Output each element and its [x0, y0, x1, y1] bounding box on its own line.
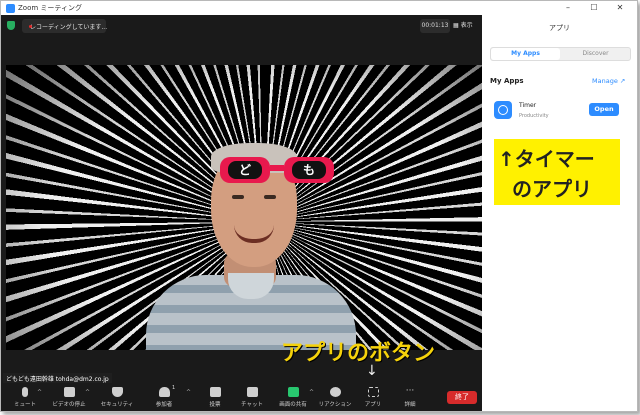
chat-label: チャット	[241, 402, 263, 408]
annotation-line-2: のアプリ	[512, 177, 592, 201]
title-bar: Zoom ミーティング – ☐ ✕	[1, 1, 637, 15]
stop-video-button[interactable]: ビデオの停止	[49, 383, 89, 411]
stop-video-label: ビデオの停止	[52, 402, 86, 408]
more-dots-icon: ···	[405, 386, 415, 396]
close-button[interactable]: ✕	[607, 1, 633, 15]
chat-button[interactable]: チャット	[232, 383, 272, 411]
participant-video[interactable]: ど も	[6, 65, 482, 350]
timer-app-icon	[494, 101, 512, 119]
apps-icon	[367, 387, 379, 397]
more-button[interactable]: ··· 詳細	[390, 383, 430, 411]
reaction-smile-icon	[329, 387, 341, 397]
recording-text: レコーディングしています...	[30, 23, 108, 31]
right-eye	[264, 195, 276, 199]
shield-icon	[111, 387, 123, 397]
security-button[interactable]: セキュリティ	[97, 383, 137, 411]
apps-tabs: My Apps Discover	[490, 47, 631, 61]
meeting-toolbar: ミュート ^ ビデオの停止 ^ セキュリティ 参加者 1 ^ 投票 チャット 画…	[1, 383, 482, 411]
view-label: 表示	[460, 22, 473, 29]
participants-button[interactable]: 参加者	[144, 383, 184, 411]
apps-button-caption: アプリのボタン	[281, 341, 436, 366]
tab-my-apps[interactable]: My Apps	[491, 48, 560, 60]
open-app-button[interactable]: Open	[589, 103, 619, 116]
panel-title: アプリ	[549, 24, 570, 32]
encryption-shield-icon[interactable]	[7, 21, 15, 30]
zoom-logo-icon	[6, 4, 15, 13]
maximize-button[interactable]: ☐	[581, 1, 607, 15]
share-screen-label: 画面の共有	[279, 402, 307, 408]
meeting-top-bar: レコーディングしています... 00:01:13 ▦ 表示	[1, 15, 482, 37]
security-label: セキュリティ	[100, 402, 134, 408]
window-controls: – ☐ ✕	[555, 1, 633, 15]
mute-button[interactable]: ミュート	[5, 383, 45, 411]
share-options-caret[interactable]: ^	[309, 389, 314, 396]
participant-figure: ど も	[6, 65, 482, 350]
reactions-label: リアクション	[318, 402, 352, 408]
share-screen-icon	[287, 387, 299, 397]
participants-icon	[158, 387, 170, 397]
end-meeting-button[interactable]: 終了	[447, 391, 477, 404]
audio-options-caret[interactable]: ^	[37, 389, 42, 396]
video-camera-icon	[63, 387, 75, 397]
app-name: Timer	[519, 102, 537, 109]
manage-link[interactable]: Manage ↗	[592, 77, 625, 85]
apps-button[interactable]: アプリ	[353, 383, 393, 411]
minimize-button[interactable]: –	[555, 1, 581, 15]
my-apps-heading: My Apps	[490, 77, 524, 85]
meeting-timer: 00:01:13	[420, 19, 450, 33]
polls-label: 投票	[209, 402, 221, 408]
participants-count: 1	[172, 385, 176, 391]
glasses-bridge	[270, 165, 284, 171]
mute-label: ミュート	[13, 402, 36, 408]
timer-app-annotation: ↑タイマー のアプリ	[494, 139, 620, 205]
down-arrow-icon: ↓	[366, 363, 378, 379]
participants-label: 参加者	[155, 402, 173, 408]
left-lens-text: ど	[228, 161, 262, 179]
reactions-button[interactable]: リアクション	[315, 383, 355, 411]
recording-indicator[interactable]: レコーディングしています...	[22, 19, 108, 33]
left-eye	[232, 195, 244, 199]
polls-button[interactable]: 投票	[195, 383, 235, 411]
novelty-glasses: ど も	[220, 157, 334, 185]
view-button[interactable]: ▦ 表示	[453, 19, 479, 33]
more-label: 詳細	[404, 402, 416, 408]
meeting-area: レコーディングしています... 00:01:13 ▦ 表示 ど も アプリのボタ…	[1, 15, 482, 411]
participants-options-caret[interactable]: ^	[186, 389, 191, 396]
right-lens-text: も	[292, 161, 326, 179]
tab-discover[interactable]: Discover	[561, 48, 630, 60]
apps-label: アプリ	[364, 402, 382, 408]
video-options-caret[interactable]: ^	[85, 389, 90, 396]
annotation-line-1: ↑タイマー	[498, 147, 595, 171]
left-lens: ど	[220, 157, 270, 183]
app-category: Productivity	[519, 113, 549, 119]
microphone-icon	[22, 387, 28, 397]
share-screen-button[interactable]: 画面の共有	[273, 383, 313, 411]
right-lens: も	[284, 157, 334, 183]
apps-panel: アプリ My Apps Discover My Apps Manage ↗ Ti…	[482, 15, 637, 411]
bar-chart-icon	[209, 387, 221, 397]
zoom-window: Zoom ミーティング – ☐ ✕ レコーディングしています... 00:01:…	[0, 0, 638, 412]
chat-bubble-icon	[246, 387, 258, 397]
window-title: Zoom ミーティング	[18, 4, 82, 12]
